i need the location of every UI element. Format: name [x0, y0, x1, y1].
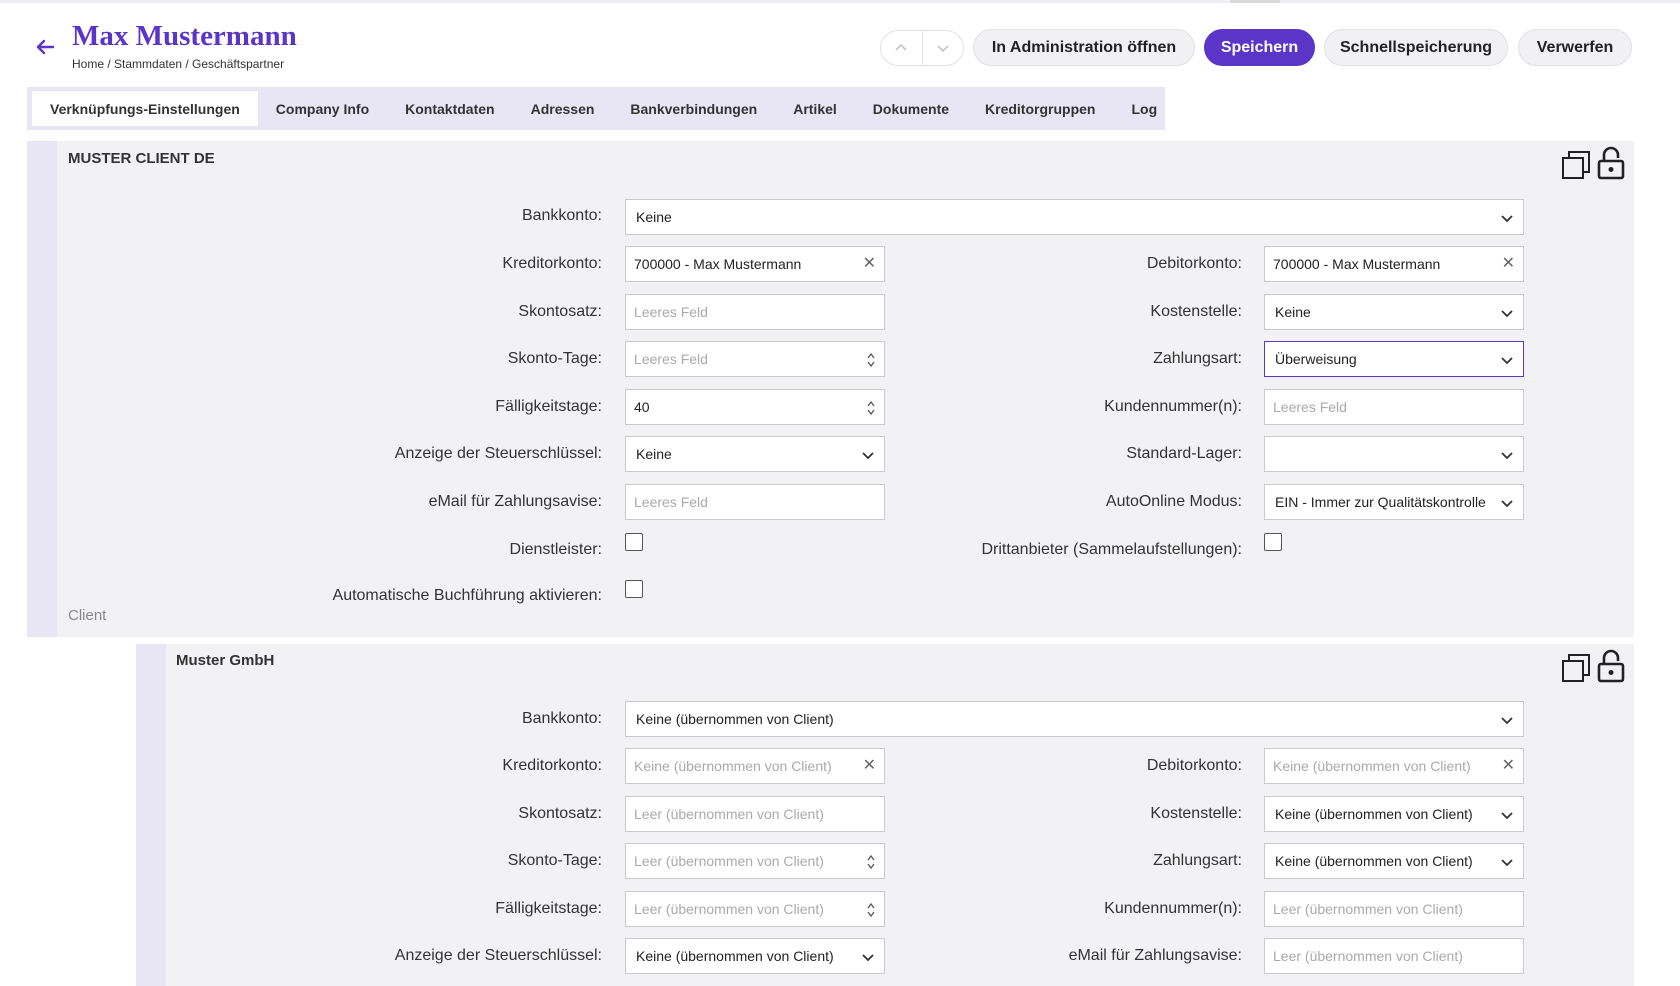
dienstleister-label: Dienstleister: [509, 541, 602, 558]
company-bankkonto-select[interactable]: Keine (übernommen von Client) [625, 701, 1524, 737]
tab-bankverbindungen[interactable]: Bankverbindungen [612, 91, 775, 126]
copy-icon[interactable] [1561, 150, 1591, 180]
chevron-down-icon [937, 45, 949, 53]
tab-bar: Verknüpfungs-Einstellungen Company Info … [27, 87, 1165, 130]
company-kreditorkonto-label: Kreditorkonto: [502, 757, 602, 774]
tab-kontaktdaten[interactable]: Kontaktdaten [387, 91, 512, 126]
company-skontosatz-label: Skontosatz: [518, 805, 602, 822]
company-kundennummer-input[interactable]: Leer (übernommen von Client) [1264, 891, 1524, 927]
chevron-down-icon [1501, 859, 1513, 867]
tab-log[interactable]: Log [1113, 91, 1175, 126]
company-kundennummer-label: Kundennummer(n): [1104, 900, 1242, 917]
debitorkonto-label: Debitorkonto: [1146, 255, 1242, 272]
quick-save-button[interactable]: Schnellspeicherung [1324, 29, 1508, 66]
breadcrumb: Home / Stammdaten / Geschäftspartner [72, 57, 285, 71]
tab-company-info[interactable]: Company Info [258, 91, 387, 126]
company-email-zahlungsavise-label: eMail für Zahlungsavise: [1068, 947, 1242, 964]
chevron-up-icon [895, 43, 907, 51]
company-kostenstelle-label: Kostenstelle: [1150, 805, 1242, 822]
company-debitorkonto-field[interactable]: Keine (übernommen von Client) ✕ [1264, 748, 1524, 784]
skontosatz-label: Skontosatz: [518, 303, 602, 320]
drittanbieter-checkbox[interactable] [1264, 533, 1282, 551]
autoonline-label: AutoOnline Modus: [1105, 493, 1242, 510]
company-steuerschluessel-label: Anzeige der Steuerschlüssel: [394, 947, 602, 964]
kundennummer-input[interactable]: Leeres Feld [1264, 389, 1524, 425]
company-email-zahlungsavise-input[interactable]: Leer (übernommen von Client) [1264, 938, 1524, 974]
company-zahlungsart-select[interactable]: Keine (übernommen von Client) [1264, 843, 1524, 879]
faelligkeitstage-label: Fälligkeitstage: [495, 398, 602, 415]
chevron-down-icon [1501, 215, 1513, 223]
dienstleister-checkbox[interactable] [625, 533, 643, 551]
zahlungsart-label: Zahlungsart: [1153, 350, 1242, 367]
company-kostenstelle-select[interactable]: Keine (übernommen von Client) [1264, 796, 1524, 832]
chevron-down-icon [1501, 310, 1513, 318]
chevron-down-icon [1501, 357, 1513, 365]
clear-icon[interactable]: ✕ [1502, 253, 1515, 273]
tab-dokumente[interactable]: Dokumente [855, 91, 967, 126]
standard-lager-label: Standard-Lager: [1126, 445, 1242, 462]
company-section-title: Muster GmbH [176, 652, 275, 669]
chevron-down-icon [1501, 452, 1513, 460]
client-section-footer: Client [68, 607, 107, 624]
discard-button[interactable]: Verwerfen [1518, 29, 1632, 66]
unlock-icon[interactable] [1596, 649, 1626, 683]
drittanbieter-label: Drittanbieter (Sammelaufstellungen): [981, 541, 1242, 558]
email-zahlungsavise-label: eMail für Zahlungsavise: [428, 493, 602, 510]
tab-artikel[interactable]: Artikel [775, 91, 855, 126]
kostenstelle-select[interactable]: Keine [1264, 294, 1524, 330]
kundennummer-label: Kundennummer(n): [1104, 398, 1242, 415]
copy-icon[interactable] [1561, 653, 1591, 683]
back-arrow-icon[interactable] [34, 36, 56, 58]
company-skonto-tage-label: Skonto-Tage: [507, 852, 602, 869]
autoonline-select[interactable]: EIN - Immer zur Qualitätskontrolle [1264, 484, 1524, 520]
tab-verknuepfungs-einstellungen[interactable]: Verknüpfungs-Einstellungen [32, 91, 258, 126]
page-title: Max Mustermann [72, 20, 297, 52]
debitorkonto-field[interactable]: 700000 - Max Mustermann ✕ [1264, 246, 1524, 282]
chevron-down-icon [1501, 812, 1513, 820]
bankkonto-label: Bankkonto: [521, 207, 602, 224]
next-record-button[interactable] [921, 31, 964, 65]
kostenstelle-label: Kostenstelle: [1150, 303, 1242, 320]
skonto-tage-label: Skonto-Tage: [507, 350, 602, 367]
auto-buchfuehrung-label: Automatische Buchführung aktivieren: [332, 587, 602, 604]
tab-adressen[interactable]: Adressen [513, 91, 613, 126]
clear-icon[interactable]: ✕ [1502, 755, 1515, 775]
open-in-administration-button[interactable]: In Administration öffnen [973, 29, 1195, 66]
record-navigation [880, 30, 964, 66]
kreditorkonto-label: Kreditorkonto: [502, 255, 602, 272]
zahlungsart-select[interactable]: Überweisung [1264, 341, 1524, 377]
steuerschluessel-label: Anzeige der Steuerschlüssel: [394, 445, 602, 462]
top-border [0, 0, 1680, 3]
client-section-title: MUSTER CLIENT DE [68, 150, 215, 167]
previous-record-button[interactable] [881, 31, 922, 65]
tab-kreditorgruppen[interactable]: Kreditorgruppen [967, 91, 1113, 126]
company-debitorkonto-label: Debitorkonto: [1146, 757, 1242, 774]
chevron-down-icon [1501, 717, 1513, 725]
unlock-icon[interactable] [1596, 146, 1626, 180]
auto-buchfuehrung-checkbox[interactable] [625, 580, 643, 598]
company-bankkonto-label: Bankkonto: [521, 710, 602, 727]
save-button[interactable]: Speichern [1204, 29, 1315, 66]
bankkonto-select[interactable]: Keine [625, 199, 1524, 235]
company-zahlungsart-label: Zahlungsart: [1153, 852, 1242, 869]
chevron-down-icon [1501, 500, 1513, 508]
top-scroll-indicator [1230, 0, 1280, 3]
company-faelligkeitstage-label: Fälligkeitstage: [495, 900, 602, 917]
standard-lager-select[interactable] [1264, 436, 1524, 472]
